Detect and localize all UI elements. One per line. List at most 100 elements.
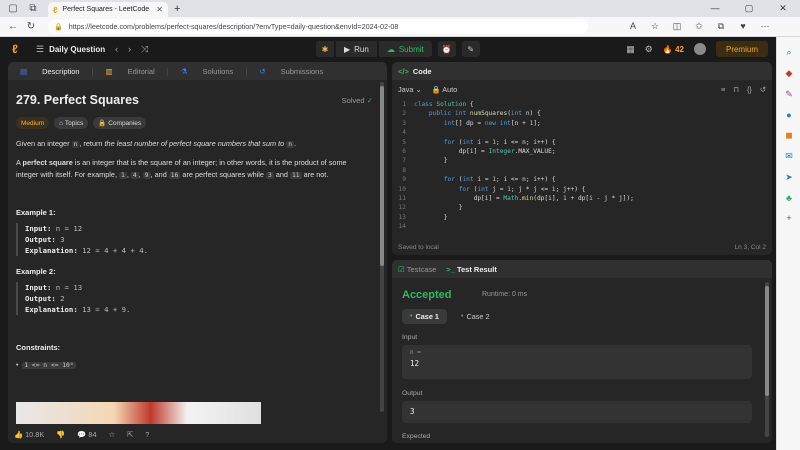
code-line[interactable]: 1 class Solution { <box>392 100 772 109</box>
tree-icon[interactable]: ♣ <box>777 193 800 203</box>
tab-description[interactable]: ▤ Description <box>8 67 92 76</box>
minimize-icon[interactable]: — <box>698 3 732 14</box>
new-tab-icon[interactable]: + <box>174 3 180 15</box>
code-line[interactable]: 6 dp[i] = Integer.MAX_VALUE; <box>392 147 772 156</box>
split-screen-icon[interactable]: ◫ <box>666 21 688 32</box>
shopping-icon[interactable]: ◆ <box>777 68 800 79</box>
reset-icon[interactable]: ↺ <box>760 85 766 94</box>
line-number: 4 <box>402 129 406 137</box>
layout-icon[interactable]: ▦ <box>626 44 635 55</box>
code-line[interactable]: 10 for (int j = 1; j * j <= i; j++) { <box>392 185 772 194</box>
tab-actions-icon[interactable]: ⧉ <box>26 3 40 15</box>
code-line[interactable]: 2 public int numSquares(int n) { <box>392 109 772 118</box>
help-button[interactable]: ? <box>145 430 149 439</box>
streak-counter[interactable]: 🔥 42 <box>663 45 684 54</box>
inline-code: 11 <box>290 172 302 179</box>
leetcode-logo-icon[interactable]: ℓ <box>12 42 26 56</box>
office-icon[interactable]: ◼ <box>777 130 800 141</box>
case-1-tab[interactable]: • Case 1 <box>402 309 447 324</box>
tools-icon[interactable]: ✎ <box>777 89 800 100</box>
thumbs-up-icon: 👍 <box>14 429 24 439</box>
companies-button[interactable]: 🔒 Companies <box>93 117 147 129</box>
tab-editorial[interactable]: ▥ Editorial <box>94 67 167 76</box>
close-tab-icon[interactable]: ✕ <box>156 5 163 14</box>
test-scrollbar[interactable] <box>765 282 769 437</box>
run-button[interactable]: ▶ Run <box>336 41 377 57</box>
topics-button[interactable]: ⌂ Topics <box>54 117 89 129</box>
code-editor[interactable]: 1 class Solution {2 public int numSquares… <box>392 100 772 231</box>
favorite-button[interactable]: ☆ <box>109 430 116 439</box>
shuffle-icon[interactable]: ⤨ <box>141 44 148 55</box>
maximize-icon[interactable]: ▢ <box>732 3 766 14</box>
code-line[interactable]: 5 for (int i = 1; i <= n; i++) { <box>392 138 772 147</box>
tab-solutions[interactable]: ⚗ Solutions <box>169 67 246 76</box>
inline-code: n <box>286 141 295 148</box>
code-text: dp[i] = Math.min(dp[i], 1 + dp[i - j * j… <box>414 194 634 202</box>
like-button[interactable]: 👍 10.8K <box>14 430 44 439</box>
code-line[interactable]: 14 <box>392 222 772 231</box>
avatar[interactable] <box>693 43 706 55</box>
browser-tab[interactable]: ℓ Perfect Squares - LeetCode ✕ <box>48 2 168 17</box>
comments-button[interactable]: 💬 84 <box>77 430 96 439</box>
description-scrollbar[interactable] <box>380 82 384 412</box>
auto-mode-toggle[interactable]: 🔒 Auto <box>432 85 458 94</box>
tab-test-result[interactable]: >_ Test Result <box>446 265 497 274</box>
add-icon[interactable]: + <box>777 213 800 223</box>
comment-count: 84 <box>88 429 97 439</box>
play-icon: ▶ <box>344 44 351 54</box>
tab-testcase[interactable]: ☑ Testcase <box>398 265 436 274</box>
line-number: 5 <box>402 138 406 146</box>
send-icon[interactable]: ➤ <box>777 172 800 183</box>
code-line[interactable]: 9 for (int i = 1; i <= n; i++) { <box>392 175 772 184</box>
games-icon[interactable]: ● <box>777 110 800 120</box>
url-field[interactable]: 🔒 https://leetcode.com/problems/perfect-… <box>48 19 588 34</box>
debug-button[interactable]: ✱ <box>316 41 334 57</box>
case-2-tab[interactable]: • Case 2 <box>453 309 498 324</box>
favorite-star-icon[interactable]: ☆ <box>644 21 666 32</box>
back-icon[interactable]: ← <box>4 21 22 32</box>
code-line[interactable]: 12 } <box>392 203 772 212</box>
browser-tabbar: ▢ ⧉ ℓ Perfect Squares - LeetCode ✕ + — ▢… <box>0 0 800 17</box>
more-icon[interactable]: ⋯ <box>754 21 776 32</box>
code-line[interactable]: 4 <box>392 128 772 137</box>
timer-button[interactable]: ⏰ <box>437 41 456 57</box>
difficulty-badge[interactable]: Medium <box>16 117 50 129</box>
text: , return <box>79 139 105 148</box>
refresh-icon[interactable]: ↻ <box>22 21 40 32</box>
advertisement-banner[interactable] <box>16 402 261 424</box>
prev-question-icon[interactable]: ‹ <box>115 44 118 54</box>
line-number: 8 <box>402 166 406 174</box>
code-line[interactable]: 3 int[] dp = new int[n + 1]; <box>392 119 772 128</box>
collections-icon[interactable]: ⧉ <box>710 21 732 32</box>
dot-icon: • <box>460 313 464 320</box>
window-menu-icon[interactable]: ▢ <box>6 3 20 15</box>
share-button[interactable]: ⇱ <box>127 430 133 439</box>
code-line[interactable]: 11 dp[i] = Math.min(dp[i], 1 + dp[i - j … <box>392 194 772 203</box>
code-line[interactable]: 13 } <box>392 213 772 222</box>
favorites-icon[interactable]: ✩ <box>688 21 710 32</box>
dislike-button[interactable]: 👎 <box>56 430 65 439</box>
code-line[interactable]: 8 <box>392 166 772 175</box>
settings-icon[interactable]: ⚙ <box>645 44 653 55</box>
tab-solutions-label: Solutions <box>202 66 234 76</box>
bookmark-icon[interactable]: ⊓ <box>733 85 739 94</box>
case-1-label: Case 1 <box>415 312 439 321</box>
code-tab[interactable]: </> Code <box>392 62 772 80</box>
extensions-icon[interactable]: ♥ <box>732 21 754 32</box>
daily-question-link[interactable]: Daily Question <box>49 45 105 54</box>
line-number: 14 <box>398 223 406 231</box>
read-aloud-icon[interactable]: A <box>622 21 644 32</box>
submit-button[interactable]: ☁ Submit <box>378 41 432 57</box>
braces-icon[interactable]: {} <box>747 85 752 94</box>
menu-icon[interactable]: ≡ <box>721 85 725 94</box>
tab-submissions[interactable]: ↺ Submissions <box>247 67 335 76</box>
premium-button[interactable]: Premium <box>715 41 768 57</box>
search-icon[interactable]: ⌕ <box>777 47 800 58</box>
outlook-icon[interactable]: ✉ <box>777 151 800 162</box>
code-line[interactable]: 7 } <box>392 156 772 165</box>
notes-button[interactable]: ✎ <box>461 41 480 57</box>
language-select[interactable]: Java ⌄ <box>398 85 422 94</box>
close-window-icon[interactable]: ✕ <box>766 3 800 14</box>
next-question-icon[interactable]: › <box>128 44 131 54</box>
problem-list-icon[interactable]: ☰ <box>36 44 44 55</box>
